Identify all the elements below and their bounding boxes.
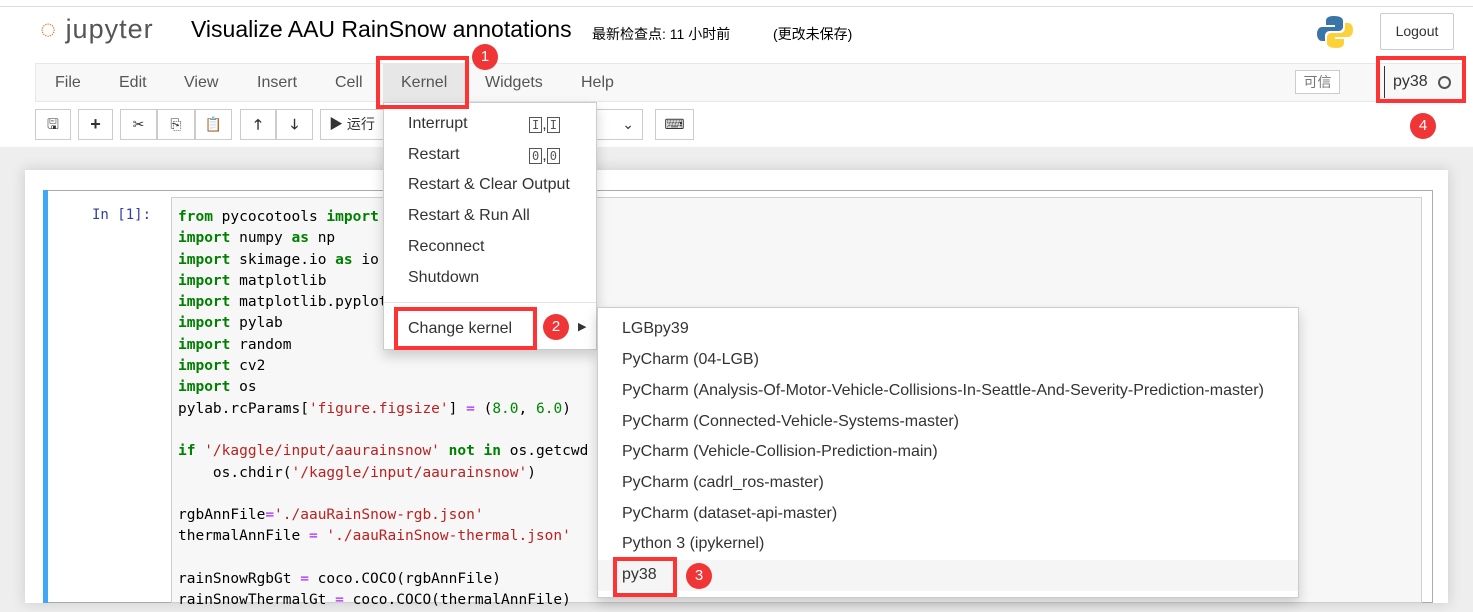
annotation-box-change-kernel <box>394 307 537 350</box>
menu-item-interrupt[interactable]: Interrupt <box>408 115 468 133</box>
cell-prompt: In [1]: <box>92 207 152 223</box>
trusted-badge[interactable]: 可信 <box>1295 70 1340 94</box>
unsaved-status: (更改未保存) <box>773 26 853 42</box>
shortcut-interrupt: I,I <box>529 116 560 134</box>
copy-icon[interactable]: ⎘ <box>157 109 195 140</box>
key: 0 <box>546 148 560 164</box>
annotation-badge-4: 4 <box>1410 113 1436 139</box>
menu-item-reconnect[interactable]: Reconnect <box>408 238 485 256</box>
annotation-box-kernel-indicator <box>1376 56 1466 103</box>
python-logo-icon <box>1317 14 1353 50</box>
key: I <box>529 117 543 133</box>
menu-widgets[interactable]: Widgets <box>485 74 543 92</box>
checkpoint-status: 最新检查点: 11 小时前 <box>592 26 731 42</box>
run-button[interactable]: ▶ 运行 <box>320 109 390 140</box>
kernel-option[interactable]: LGBpy39 <box>622 320 689 338</box>
kernel-option[interactable]: PyCharm (Analysis-Of-Motor-Vehicle-Colli… <box>622 382 1264 400</box>
cell-type-select[interactable]: ⌄ <box>590 109 643 140</box>
shortcut-restart: 0,0 <box>529 147 560 165</box>
annotation-badge-1: 1 <box>472 44 498 70</box>
menu-file[interactable]: File <box>55 74 81 92</box>
submenu-caret-icon: ▶ <box>578 321 587 333</box>
save-button[interactable]: 🖫 <box>35 109 71 140</box>
cut-icon[interactable]: ✂ <box>120 109 157 140</box>
menu-item-shutdown[interactable]: Shutdown <box>408 269 479 287</box>
annotation-box-py38 <box>613 557 677 597</box>
keyboard-icon[interactable]: ⌨ <box>655 109 694 140</box>
menu-item-restart[interactable]: Restart <box>408 146 460 164</box>
kernel-option[interactable]: PyCharm (dataset-api-master) <box>622 505 837 523</box>
kernel-option[interactable]: PyCharm (04-LGB) <box>622 351 759 369</box>
menu-cell[interactable]: Cell <box>335 74 363 92</box>
annotation-box-kernel <box>376 56 469 109</box>
paste-icon[interactable]: 📋 <box>195 109 232 140</box>
kernel-option[interactable]: PyCharm (Connected-Vehicle-Systems-maste… <box>622 413 959 431</box>
menubar <box>35 63 1465 102</box>
annotation-badge-2: 2 <box>543 314 569 340</box>
logout-button[interactable]: Logout <box>1380 13 1454 50</box>
menu-item-restart-run-all[interactable]: Restart & Run All <box>408 207 530 225</box>
annotation-badge-3: 3 <box>686 563 712 589</box>
key: I <box>546 117 560 133</box>
run-label: 运行 <box>346 116 375 132</box>
kernel-option[interactable]: Python 3 (ipykernel) <box>622 535 764 553</box>
menu-item-restart-clear[interactable]: Restart & Clear Output <box>408 176 570 194</box>
move-up-button[interactable]: 🡑 <box>240 109 276 140</box>
key: 0 <box>529 148 543 164</box>
kernel-option[interactable]: PyCharm (cadrl_ros-master) <box>622 474 824 492</box>
menu-view[interactable]: View <box>184 74 218 92</box>
menu-divider <box>384 302 596 303</box>
jupyter-logo[interactable]: ◌ jupyter <box>40 14 154 45</box>
move-down-button[interactable]: 🡓 <box>276 109 313 140</box>
menu-help[interactable]: Help <box>581 74 614 92</box>
menu-edit[interactable]: Edit <box>119 74 147 92</box>
notebook-title[interactable]: Visualize AAU RainSnow annotations <box>191 16 572 43</box>
insert-cell-button[interactable]: + <box>78 109 113 140</box>
kernel-option[interactable]: PyCharm (Vehicle-Collision-Prediction-ma… <box>622 443 938 461</box>
menu-insert[interactable]: Insert <box>257 74 297 92</box>
